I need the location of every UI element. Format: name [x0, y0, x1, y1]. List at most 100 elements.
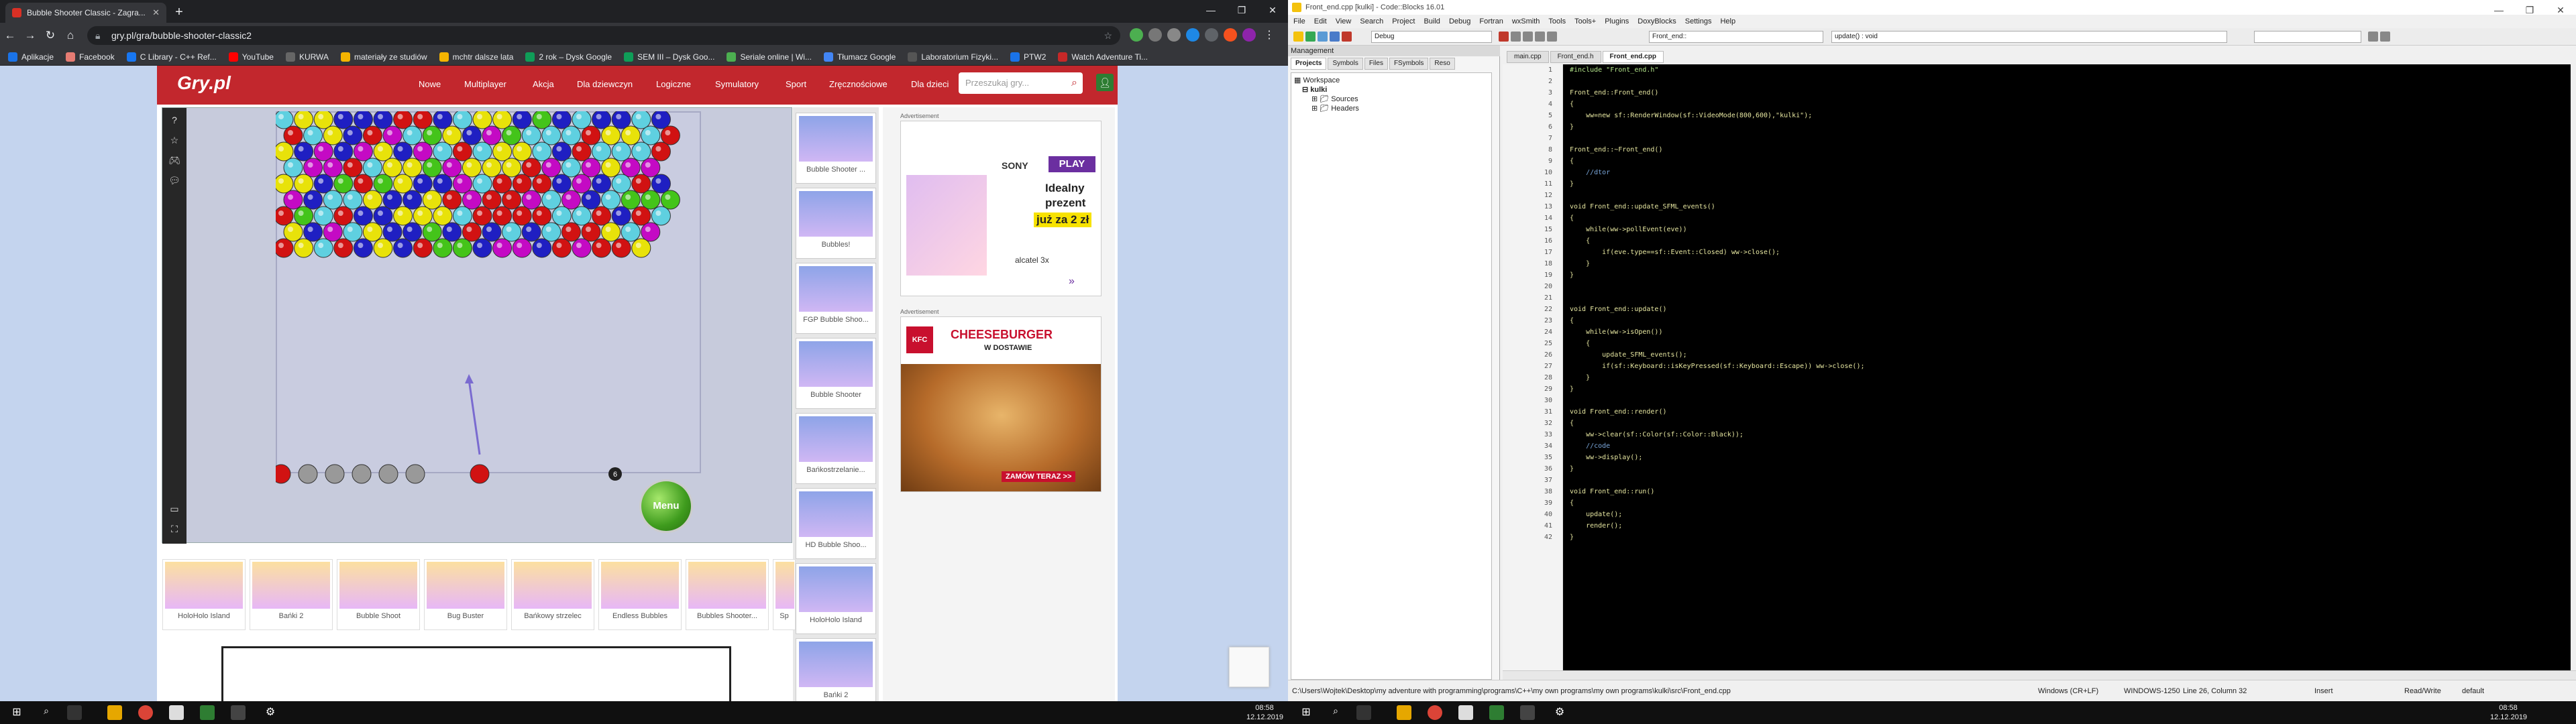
related-game-thumb[interactable]: Bańkostrzelanie...	[796, 413, 876, 484]
extension-icon[interactable]	[1167, 28, 1181, 42]
extension-icon[interactable]	[1148, 28, 1162, 42]
menu-debug[interactable]: Debug	[1449, 15, 1470, 28]
nav-link[interactable]: Symulatory	[715, 79, 759, 89]
profile-avatar[interactable]	[1242, 28, 1256, 42]
task-view-icon[interactable]	[1356, 705, 1371, 720]
bottom-game-thumb[interactable]: Bańki 2	[250, 559, 333, 630]
app-icon[interactable]	[1520, 705, 1535, 720]
notepad-icon[interactable]	[1458, 705, 1473, 720]
minimize-icon[interactable]: —	[1195, 0, 1226, 20]
related-game-thumb[interactable]: Bubbles!	[796, 188, 876, 259]
code-line[interactable]: ww=new sf::RenderWindow(sf::VideoMode(80…	[1570, 110, 1812, 121]
code-line[interactable]: {	[1570, 418, 1574, 429]
build-run-icon[interactable]	[1318, 32, 1328, 42]
tree-sources[interactable]: ⊞ 📁︎ Sources	[1294, 95, 1489, 104]
search-icon[interactable]: ⌕	[1071, 72, 1077, 94]
search-icon[interactable]: ⌕	[1328, 705, 1343, 720]
task-view-icon[interactable]	[67, 705, 82, 720]
tab-files[interactable]: Files	[1364, 58, 1388, 70]
bookmark-item[interactable]: C Library - C++ Ref...	[126, 52, 217, 62]
extension-icon[interactable]	[1205, 28, 1218, 42]
code-line[interactable]: ww->clear(sf::Color(sf::Color::Black));	[1570, 429, 1743, 440]
tab-fsymbols[interactable]: FSymbols	[1389, 58, 1429, 70]
bottom-game-thumb[interactable]: Bubbles Shooter...	[686, 559, 769, 630]
tree-headers[interactable]: ⊞ 📁︎ Headers	[1294, 104, 1489, 113]
bookmark-item[interactable]: Seriale online | Wi...	[727, 52, 812, 62]
chrome-taskbar-icon[interactable]	[138, 705, 153, 720]
code-line[interactable]: while(ww->isOpen())	[1570, 326, 1662, 338]
code-line[interactable]: //dtor	[1570, 167, 1610, 178]
code-line[interactable]: }	[1570, 372, 1590, 383]
back-icon[interactable]: ←	[0, 25, 20, 46]
code-line[interactable]: void Front_end::update()	[1570, 304, 1667, 315]
menu-build[interactable]: Build	[1424, 15, 1440, 28]
code-line[interactable]: void Front_end::run()	[1570, 486, 1654, 497]
bookmark-item[interactable]: YouTube	[228, 52, 274, 62]
code-line[interactable]: //code	[1570, 440, 1610, 452]
sony-ad[interactable]: SONY PLAY Idealny prezent już za 2 zł al…	[900, 121, 1102, 296]
bookmark-item[interactable]: KURWA	[285, 52, 329, 62]
windows-start-icon[interactable]: ⊞	[1299, 705, 1313, 720]
horizontal-scrollbar[interactable]	[1503, 670, 2576, 680]
search-input[interactable]	[2254, 31, 2361, 43]
code-line[interactable]: void Front_end::render()	[1570, 406, 1667, 418]
code-line[interactable]: }	[1570, 178, 1574, 190]
menu-file[interactable]: File	[1293, 15, 1305, 28]
bookmark-item[interactable]: 2 rok – Dysk Google	[525, 52, 612, 62]
menu-view[interactable]: View	[1336, 15, 1352, 28]
address-bar[interactable]: 🔒︎ gry.pl/gra/bubble-shooter-classic2 ☆	[87, 26, 1120, 45]
app-icon[interactable]	[231, 705, 246, 720]
step-icon[interactable]	[1511, 32, 1521, 42]
forward-icon[interactable]: →	[20, 25, 40, 46]
app-icon[interactable]	[200, 705, 215, 720]
menu-tools[interactable]: Tools	[1548, 15, 1566, 28]
code-line[interactable]: }	[1570, 532, 1574, 543]
menu-doxyblocks[interactable]: DoxyBlocks	[1638, 15, 1676, 28]
gamepad-icon[interactable]: 🎮︎	[168, 155, 181, 168]
bookmark-item[interactable]: PTW2	[1010, 52, 1046, 62]
tab-front-end-cpp[interactable]: Front_end.cpp	[1602, 51, 1664, 63]
reload-icon[interactable]: ↻	[40, 25, 60, 46]
bookmark-item[interactable]: Laboratorium Fizyki...	[908, 52, 998, 62]
abort-icon[interactable]	[1342, 32, 1352, 42]
code-line[interactable]: void Front_end::update_SFML_events()	[1570, 201, 1715, 213]
nav-link[interactable]: Dla dziewczyn	[577, 79, 633, 89]
related-game-thumb[interactable]: HD Bubble Shoo...	[796, 488, 876, 559]
code-line[interactable]: {	[1570, 99, 1574, 110]
code-line[interactable]: while(ww->pollEvent(eve))	[1570, 224, 1687, 235]
bookmark-item[interactable]: Aplikacje	[8, 52, 54, 62]
code-line[interactable]: Front_end::Front_end()	[1570, 87, 1658, 99]
bottom-game-thumb[interactable]: Bug Buster	[424, 559, 507, 630]
extension-icon[interactable]	[1186, 28, 1199, 42]
tab-symbols[interactable]: Symbols	[1328, 58, 1363, 70]
windows-start-icon[interactable]: ⊞	[9, 705, 24, 720]
debug-windows-icon[interactable]	[1547, 32, 1557, 42]
app-icon[interactable]	[1489, 705, 1504, 720]
bottom-game-thumb[interactable]: Sp	[773, 559, 796, 630]
related-game-thumb[interactable]: FGP Bubble Shoo...	[796, 263, 876, 334]
code-line[interactable]: }	[1570, 269, 1574, 281]
bookmark-item[interactable]: SEM III – Dysk Goo...	[624, 52, 714, 62]
settings-gear-icon[interactable]: ⚙	[263, 705, 278, 720]
code-line[interactable]: update_SFML_events();	[1570, 349, 1686, 361]
menu-edit[interactable]: Edit	[1314, 15, 1327, 28]
bookmark-item[interactable]: Tłumacz Google	[823, 52, 896, 62]
menu-project[interactable]: Project	[1392, 15, 1415, 28]
step-into-icon[interactable]	[1523, 32, 1533, 42]
bookmark-item[interactable]: mchtr dalsze lata	[439, 52, 513, 62]
bottom-game-thumb[interactable]: Endless Bubbles	[598, 559, 682, 630]
site-logo[interactable]: Gry.pl	[177, 72, 231, 94]
tree-workspace[interactable]: ▦ Workspace	[1294, 76, 1489, 85]
settings-gear-icon[interactable]: ⚙	[1552, 705, 1567, 720]
code-line[interactable]: }	[1570, 121, 1574, 133]
nav-link[interactable]: Logiczne	[656, 79, 691, 89]
chrome-taskbar-icon[interactable]	[1428, 705, 1442, 720]
nav-link[interactable]: Multiplayer	[464, 79, 506, 89]
menu-settings[interactable]: Settings	[1685, 15, 1712, 28]
menu-fortran[interactable]: Fortran	[1479, 15, 1503, 28]
code-editor[interactable]: #include "Front_end.h" Front_end::Front_e…	[1563, 64, 2571, 670]
tab-projects[interactable]: Projects	[1291, 58, 1327, 70]
jump-back-icon[interactable]	[2368, 32, 2378, 42]
fullscreen-icon[interactable]: ⛶	[168, 524, 181, 537]
bottom-game-thumb[interactable]: HoloHolo Island	[162, 559, 246, 630]
